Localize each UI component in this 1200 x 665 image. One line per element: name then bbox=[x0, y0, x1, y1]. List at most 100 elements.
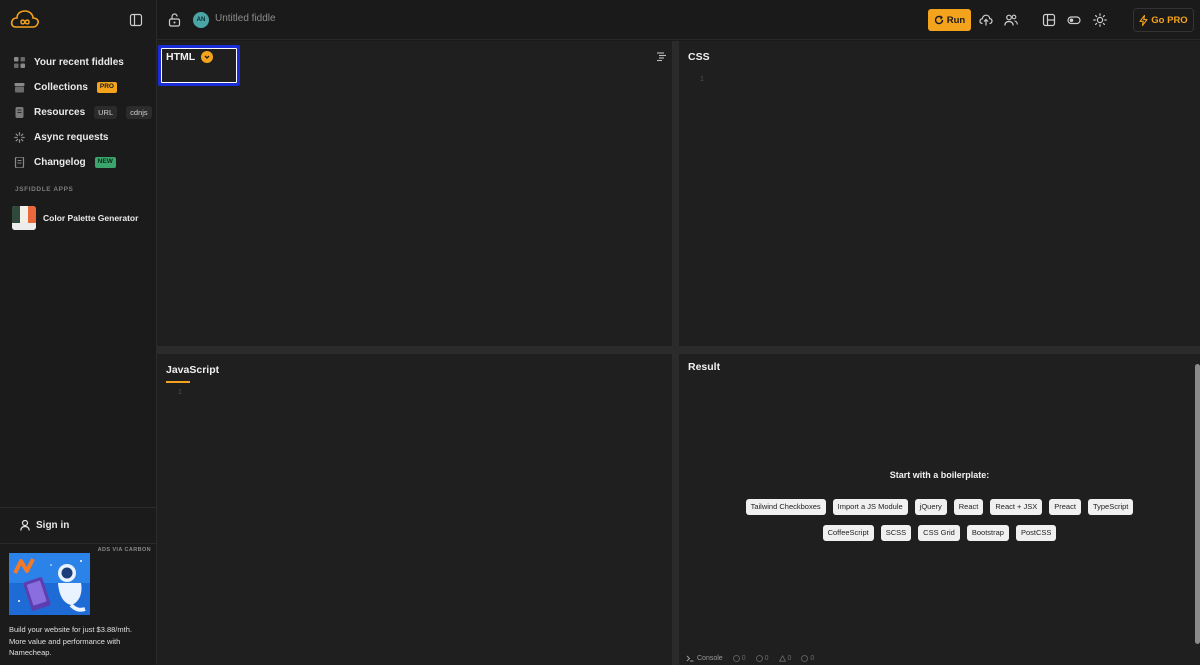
spinner-icon bbox=[14, 132, 25, 143]
html-panel-title[interactable]: HTML bbox=[158, 45, 240, 86]
sidebar-item-resources[interactable]: Resources URL cdnjs bbox=[0, 100, 156, 125]
sign-in-button[interactable]: Sign in bbox=[0, 507, 156, 543]
run-label: Run bbox=[946, 14, 966, 26]
main-area: AN Untitled fiddle Run Go PRO HTML CSS 1… bbox=[157, 0, 1200, 665]
boilerplate-button[interactable]: React bbox=[953, 499, 984, 515]
sidebar: Your recent fiddles Collections PRO Reso… bbox=[0, 0, 157, 665]
console-alerts-count: 0 bbox=[778, 654, 792, 662]
console-label: Console bbox=[697, 654, 723, 662]
warning-icon bbox=[778, 654, 786, 662]
boilerplate-button[interactable]: Import a JS Module bbox=[832, 499, 908, 515]
boilerplate-button[interactable]: React + JSX bbox=[990, 499, 1043, 515]
palette-thumbnail-icon bbox=[12, 206, 36, 230]
fiddle-title[interactable]: Untitled fiddle bbox=[215, 13, 276, 24]
result-panel[interactable]: Result Start with a boilerplate: Tailwin… bbox=[679, 354, 1200, 665]
topbar: AN Untitled fiddle Run Go PRO bbox=[157, 0, 1200, 40]
console-bar[interactable]: Console 0 0 0 0 bbox=[679, 651, 1200, 665]
file-stack-icon bbox=[15, 107, 24, 118]
resource-chip-cdnjs[interactable]: cdnjs bbox=[126, 106, 152, 119]
sidebar-item-collections[interactable]: Collections PRO bbox=[0, 75, 156, 100]
line-number: 1 bbox=[700, 76, 704, 83]
logo-row bbox=[0, 0, 156, 40]
console-logs-count: 0 bbox=[801, 655, 814, 662]
ad-label: ADS VIA CARBON bbox=[97, 547, 151, 553]
carbon-ad[interactable]: ADS VIA CARBON Build your website for ju… bbox=[0, 543, 156, 665]
sidebar-nav: Your recent fiddles Collections PRO Reso… bbox=[0, 40, 156, 175]
sun-icon[interactable] bbox=[1093, 13, 1107, 27]
console-toggle[interactable]: Console bbox=[686, 655, 723, 662]
sign-in-label: Sign in bbox=[36, 520, 70, 531]
jsfiddle-app: Your recent fiddles Collections PRO Reso… bbox=[0, 0, 1200, 665]
count-value: 0 bbox=[764, 654, 769, 662]
toggle-icon[interactable] bbox=[1067, 13, 1081, 27]
active-tab-underline bbox=[166, 381, 190, 383]
app-color-palette-generator[interactable]: Color Palette Generator bbox=[0, 205, 156, 231]
boilerplate-button[interactable]: CSS Grid bbox=[918, 525, 960, 541]
run-button[interactable]: Run bbox=[928, 9, 971, 31]
resource-chip-url[interactable]: URL bbox=[94, 106, 118, 119]
sidebar-item-label: Collections bbox=[34, 82, 88, 93]
boilerplate-button[interactable]: Tailwind Checkboxes bbox=[745, 499, 826, 515]
horizontal-splitter[interactable] bbox=[157, 346, 1200, 354]
tidy-code-icon[interactable] bbox=[656, 51, 667, 62]
refresh-icon bbox=[934, 15, 943, 25]
go-pro-button[interactable]: Go PRO bbox=[1133, 8, 1194, 32]
boilerplate-button[interactable]: SCSS bbox=[880, 525, 912, 541]
css-title-label: CSS bbox=[688, 51, 710, 63]
js-panel-title[interactable]: JavaScript bbox=[166, 364, 219, 376]
new-badge: NEW bbox=[94, 157, 116, 168]
app-label: Color Palette Generator bbox=[43, 213, 139, 223]
sidebar-item-label: Your recent fiddles bbox=[34, 57, 124, 68]
layout-icon[interactable] bbox=[1042, 13, 1056, 27]
line-number: 1 bbox=[178, 389, 182, 396]
info-icon bbox=[755, 654, 763, 662]
grid-icon bbox=[14, 57, 25, 68]
boilerplate-button[interactable]: Preact bbox=[1049, 499, 1081, 515]
ad-text[interactable]: Build your website for just $3.88/mth. M… bbox=[9, 624, 149, 659]
css-panel-title[interactable]: CSS bbox=[688, 51, 710, 63]
css-panel[interactable]: CSS 1 bbox=[679, 41, 1200, 346]
document-icon bbox=[14, 157, 25, 168]
result-scrollbar[interactable] bbox=[1195, 364, 1200, 644]
boilerplate-row-1: Tailwind Checkboxes Import a JS Module j… bbox=[679, 499, 1200, 515]
count-value: 0 bbox=[810, 654, 815, 662]
apps-section-label: JSFIDDLE APPS bbox=[15, 185, 74, 193]
boilerplate-row-2: CoffeeScript SCSS CSS Grid Bootstrap Pos… bbox=[679, 525, 1200, 541]
html-title-label: HTML bbox=[166, 51, 196, 63]
ad-image[interactable] bbox=[9, 553, 90, 615]
collaborators-icon[interactable] bbox=[1004, 13, 1018, 27]
js-title-label: JavaScript bbox=[166, 364, 220, 376]
count-value: 0 bbox=[787, 654, 792, 662]
sidebar-item-async-requests[interactable]: Async requests bbox=[0, 125, 156, 150]
result-title-label: Result bbox=[688, 361, 721, 373]
jsfiddle-logo-icon[interactable] bbox=[10, 8, 40, 32]
result-panel-title: Result bbox=[688, 361, 720, 373]
boilerplate-title: Start with a boilerplate: bbox=[889, 470, 990, 480]
count-value: 0 bbox=[741, 654, 746, 662]
sidebar-toggle-icon[interactable] bbox=[129, 13, 143, 27]
sidebar-item-recent-fiddles[interactable]: Your recent fiddles bbox=[0, 50, 156, 75]
html-panel[interactable]: HTML bbox=[157, 41, 672, 346]
boilerplate-button[interactable]: jQuery bbox=[914, 499, 947, 515]
lightning-icon bbox=[1139, 14, 1148, 26]
sidebar-item-changelog[interactable]: Changelog NEW bbox=[0, 150, 156, 175]
error-icon bbox=[732, 654, 740, 662]
boilerplate-button[interactable]: CoffeeScript bbox=[822, 525, 874, 541]
console-warnings-count: 0 bbox=[755, 654, 769, 662]
boilerplate-button[interactable]: PostCSS bbox=[1015, 525, 1057, 541]
user-icon bbox=[20, 520, 30, 531]
cloud-upload-icon[interactable] bbox=[979, 13, 993, 27]
avatar[interactable]: AN bbox=[193, 12, 209, 28]
pro-badge: PRO bbox=[96, 82, 117, 93]
console-errors-count: 0 bbox=[732, 654, 746, 662]
boilerplate-button[interactable]: Bootstrap bbox=[966, 525, 1009, 541]
boilerplate-button[interactable]: TypeScript bbox=[1087, 499, 1134, 515]
js-panel[interactable]: JavaScript 1 bbox=[157, 354, 672, 665]
log-icon bbox=[801, 654, 809, 662]
go-pro-label: Go PRO bbox=[1151, 14, 1188, 26]
lock-icon[interactable] bbox=[168, 13, 181, 27]
archive-icon bbox=[14, 83, 25, 93]
sidebar-item-label: Changelog bbox=[34, 157, 86, 168]
sidebar-item-label: Resources bbox=[34, 107, 86, 118]
terminal-icon bbox=[686, 655, 694, 661]
